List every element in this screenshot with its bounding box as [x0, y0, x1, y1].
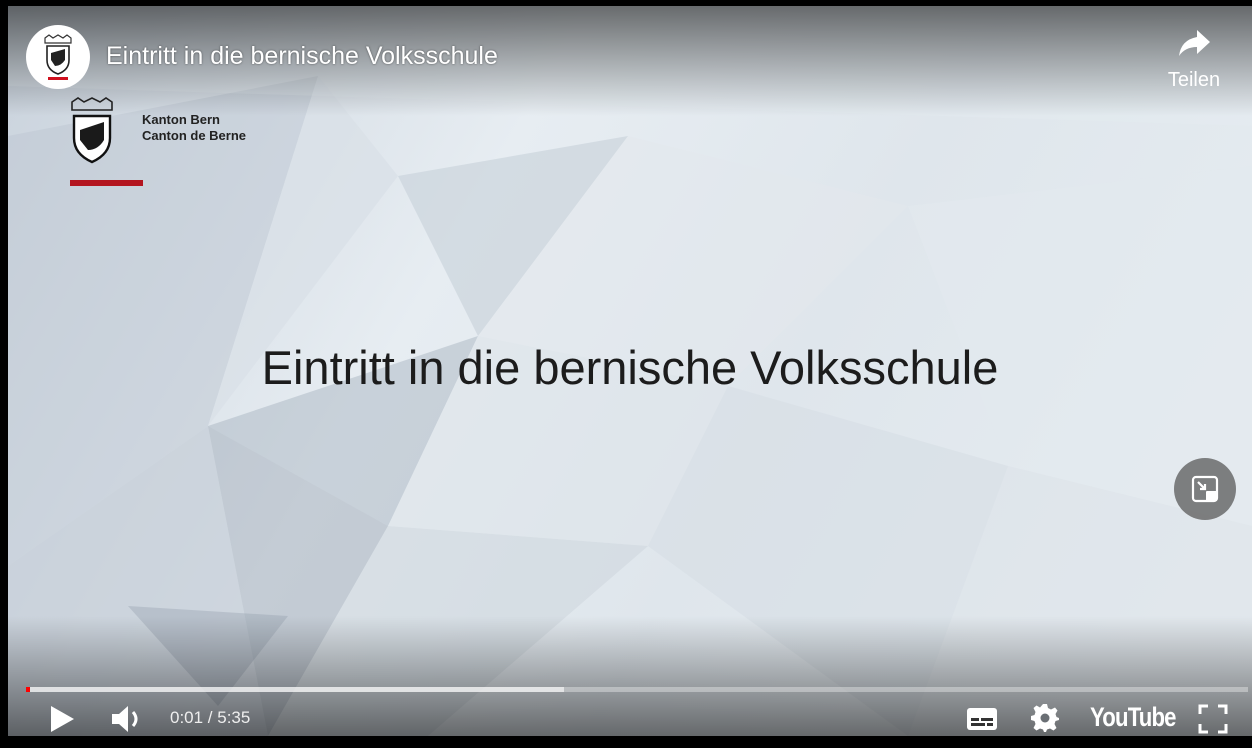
subtitles-icon [967, 708, 997, 730]
fullscreen-icon [1198, 704, 1228, 734]
logo-line-2: Canton de Berne [142, 128, 247, 143]
kanton-bern-logo: Kanton Bern Canton de Berne [68, 96, 246, 186]
subtitles-button[interactable] [966, 706, 998, 736]
control-bar: 0:01 / 5:35 YouTube [8, 698, 1252, 736]
progress-buffered [26, 687, 564, 692]
play-icon [51, 706, 74, 732]
channel-avatar[interactable] [26, 25, 90, 89]
gear-icon [1031, 704, 1059, 732]
share-arrow-icon [1179, 30, 1210, 56]
bern-coat-of-arms-icon [44, 34, 72, 80]
time-display: 0:01 / 5:35 [170, 708, 251, 727]
logo-line-1: Kanton Bern [142, 112, 220, 127]
slide-title: Eintritt in die bernische Volksschule [261, 341, 999, 394]
progress-played [26, 687, 30, 692]
youtube-logo[interactable]: YouTube [1090, 702, 1177, 733]
share-label: Teilen [1167, 69, 1221, 91]
fullscreen-button[interactable] [1198, 704, 1228, 736]
logo-red-bar [70, 180, 143, 186]
video-title[interactable]: Eintritt in die bernische Volksschule [106, 42, 498, 71]
bern-crest-icon [71, 97, 113, 164]
volume-icon [112, 706, 138, 732]
kanton-bern-text: Kanton Bern Canton de Berne [142, 112, 246, 144]
volume-button[interactable] [110, 704, 146, 736]
play-button[interactable] [48, 704, 76, 736]
miniplayer-button[interactable] [1174, 458, 1236, 520]
video-player: Eintritt in die bernische Volksschule Te… [0, 0, 1252, 748]
video-frame[interactable]: Eintritt in die bernische Volksschule Te… [8, 6, 1252, 736]
progress-bar[interactable] [26, 687, 1248, 692]
miniplayer-icon [1191, 475, 1219, 503]
share-button[interactable]: Teilen [1158, 28, 1230, 92]
settings-button[interactable] [1030, 703, 1060, 736]
